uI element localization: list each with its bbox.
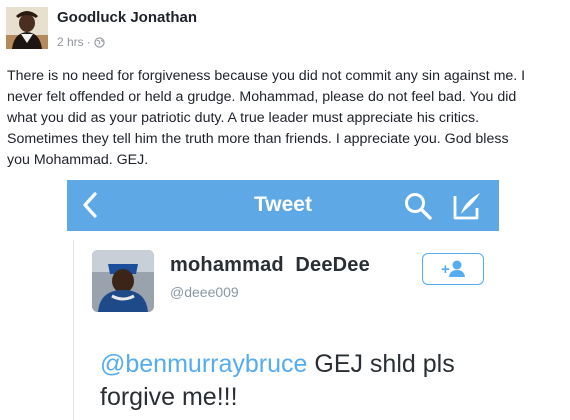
add-user-icon: +	[441, 260, 465, 278]
tweet-screenshot[interactable]: Tweet mohammad DeeDee @deee009 + @benmur…	[67, 180, 499, 420]
post-text-line: you Mohammad. GEJ.	[7, 152, 149, 168]
follow-button[interactable]: +	[422, 253, 484, 285]
tweet-user-handle: @deee009	[170, 284, 239, 300]
post-text-line: There is no need for forgiveness because…	[7, 68, 526, 84]
tweet-nav-title: Tweet	[254, 193, 312, 216]
tweet-text-fragment: GEJ shld pls	[307, 350, 455, 378]
tweet-user-photo	[92, 250, 154, 312]
meta-separator: ·	[86, 35, 91, 49]
post-meta: 2 hrs ·	[57, 35, 105, 49]
tweet-text: @benmurraybruce GEJ shld pls forgive me!…	[100, 348, 499, 414]
post-text-line: Sometimes they tell him the truth more t…	[7, 131, 509, 147]
author-avatar[interactable]	[6, 7, 48, 49]
globe-icon[interactable]	[94, 36, 105, 48]
tweet-user-avatar[interactable]	[92, 250, 154, 312]
post-time[interactable]: 2 hrs	[57, 35, 84, 49]
follow-plus: +	[441, 261, 450, 278]
tweet-text-line: @benmurraybruce GEJ shld pls	[100, 348, 499, 381]
post-text-line: never felt offended or held a grudge. Mo…	[7, 89, 517, 105]
mention-link[interactable]: @benmurraybruce	[100, 350, 307, 378]
tweet-user-name[interactable]: mohammad DeeDee	[170, 254, 370, 277]
compose-icon[interactable]	[451, 190, 483, 222]
tweet-text-line: forgive me!!!	[100, 383, 238, 411]
post-text: There is no need for forgiveness because…	[7, 66, 565, 171]
post-text-line: what you did as your patriotic duty. A t…	[7, 110, 480, 126]
post-header: Goodluck Jonathan 2 hrs ·	[0, 0, 570, 60]
author-name[interactable]: Goodluck Jonathan	[57, 9, 197, 26]
author-photo	[6, 7, 48, 49]
tweet-card: mohammad DeeDee @deee009 + @benmurraybru…	[73, 240, 499, 420]
search-icon[interactable]	[403, 191, 433, 221]
tweet-nav-bar: Tweet	[67, 180, 499, 231]
